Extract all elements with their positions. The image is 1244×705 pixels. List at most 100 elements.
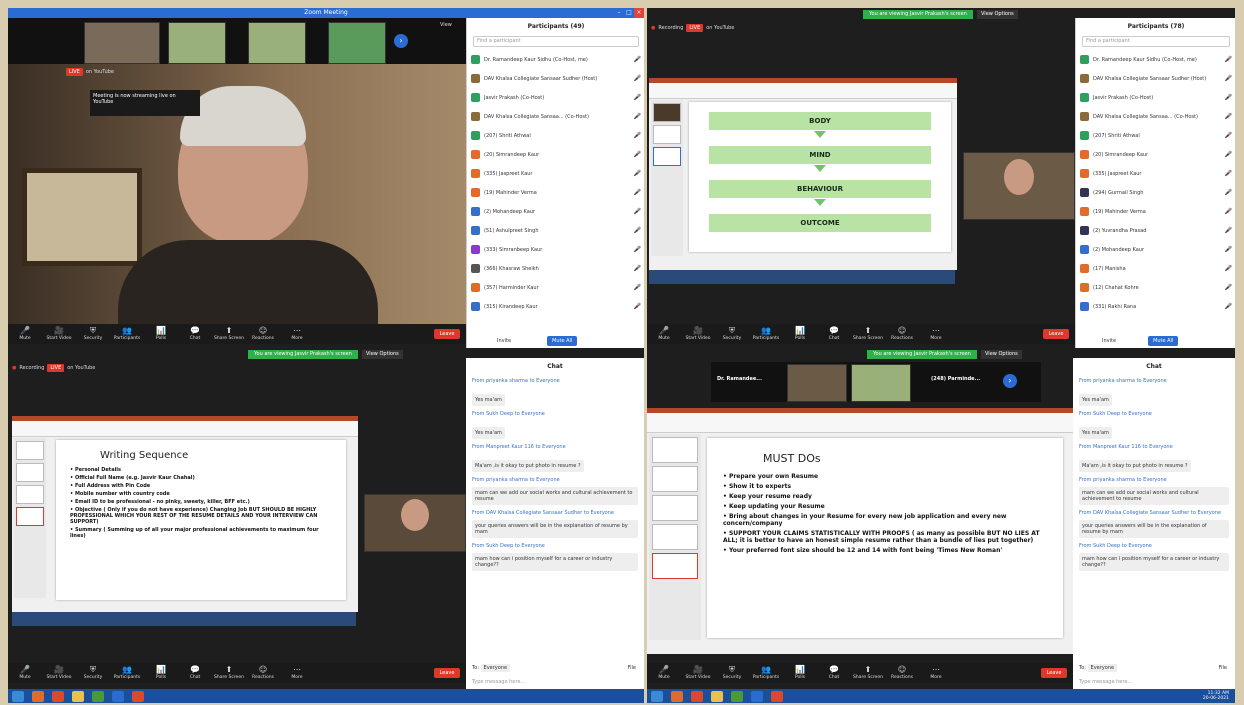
view-options-button[interactable]: View Options: [362, 350, 403, 359]
slide-thumbnail[interactable]: [16, 441, 44, 460]
leave-button[interactable]: Leave: [434, 668, 460, 678]
video-tile[interactable]: [787, 364, 847, 402]
view-options-button[interactable]: View Options: [977, 10, 1018, 19]
slide-thumbnail[interactable]: [653, 125, 681, 144]
participant-row[interactable]: Jasvir Prakash (Co-Host) 🎤̸: [1076, 88, 1235, 107]
participant-row[interactable]: Jasvir Prakash (Co-Host) 🎤̸: [467, 88, 644, 107]
mic-muted-icon[interactable]: 🎤̸: [634, 132, 641, 139]
mic-muted-icon[interactable]: 🎤̸: [1225, 208, 1232, 215]
mute-all-button[interactable]: Mute All: [1148, 336, 1179, 346]
firefox-icon[interactable]: [671, 690, 683, 702]
more-button[interactable]: ⋯ More: [280, 326, 314, 342]
start-video-button[interactable]: 🎥 Start Video: [681, 326, 715, 342]
mic-muted-icon[interactable]: 🎤̸: [634, 170, 641, 177]
share-screen-button[interactable]: ⬆ Share Screen: [851, 665, 885, 681]
participants-button[interactable]: 👥 Participants: [749, 326, 783, 342]
slide-thumbnail[interactable]: [16, 463, 44, 482]
participant-row[interactable]: (335) Jaspreet Kaur 🎤̸: [1076, 164, 1235, 183]
participant-search-input[interactable]: Find a participant: [473, 36, 639, 47]
mic-muted-icon[interactable]: 🎤̸: [1225, 94, 1232, 101]
zoom-icon[interactable]: [751, 690, 763, 702]
ie-icon[interactable]: [12, 690, 24, 702]
mute-button[interactable]: 🎤 Mute: [647, 326, 681, 342]
chrome-icon[interactable]: [731, 690, 743, 702]
chat-recipient[interactable]: To: Everyone: [472, 664, 511, 672]
mic-muted-icon[interactable]: 🎤̸: [634, 265, 641, 272]
participant-row[interactable]: (2) Yuvrandha Prasad 🎤̸: [1076, 221, 1235, 240]
participant-row[interactable]: (333) Simranbeep Kaur 🎤̸: [467, 240, 644, 259]
invite-button[interactable]: Invite: [1102, 338, 1116, 344]
slide-thumbnail[interactable]: [16, 485, 44, 504]
mic-muted-icon[interactable]: 🎤̸: [634, 56, 641, 63]
participant-row[interactable]: (19) Mahinder Verma 🎤̸: [1076, 202, 1235, 221]
participant-row[interactable]: (366) Khasraw Sheikh 🎤̸: [467, 259, 644, 278]
more-button[interactable]: ⋯ More: [280, 665, 314, 681]
slide-thumbnail[interactable]: [653, 147, 681, 166]
recording-indicator[interactable]: ● Recording LIVE on YouTube: [651, 24, 734, 32]
mic-muted-icon[interactable]: 🎤̸: [1225, 265, 1232, 272]
start-video-button[interactable]: 🎥 Start Video: [42, 665, 76, 681]
participant-row[interactable]: (207) Shriti Athwal 🎤̸: [1076, 126, 1235, 145]
file-button[interactable]: File: [628, 665, 636, 671]
participant-row[interactable]: (331) Rakhi Rana 🎤̸: [1076, 297, 1235, 316]
participant-row[interactable]: (315) Kirandeep Kaur 🎤̸: [467, 297, 644, 316]
reactions-button[interactable]: ☺ Reactions: [246, 326, 280, 342]
slide-thumbnail[interactable]: [653, 103, 681, 122]
live-indicator[interactable]: LIVE on YouTube: [66, 68, 114, 76]
system-clock[interactable]: 11:32 AM 20-06-2021: [1203, 691, 1229, 701]
mic-muted-icon[interactable]: 🎤̸: [634, 284, 641, 291]
share-screen-button[interactable]: ⬆ Share Screen: [212, 326, 246, 342]
video-tile[interactable]: [84, 22, 160, 64]
leave-button[interactable]: Leave: [434, 329, 460, 339]
zoom-icon[interactable]: [112, 690, 124, 702]
security-button[interactable]: ⛨ Security: [715, 665, 749, 681]
participant-row[interactable]: (19) Mahinder Verma 🎤̸: [467, 183, 644, 202]
invite-button[interactable]: Invite: [497, 338, 511, 344]
mic-muted-icon[interactable]: 🎤̸: [634, 151, 641, 158]
participant-row[interactable]: (51) Ashulpreet Singh 🎤̸: [467, 221, 644, 240]
participant-row[interactable]: (20) Simrandeep Kaur 🎤̸: [1076, 145, 1235, 164]
slide-thumbnail[interactable]: [16, 507, 44, 526]
mic-muted-icon[interactable]: 🎤̸: [1225, 246, 1232, 253]
mic-muted-icon[interactable]: 🎤̸: [634, 75, 641, 82]
participants-button[interactable]: 👥 Participants: [110, 665, 144, 681]
participant-row[interactable]: (12) Chahat Kohre 🎤̸: [1076, 278, 1235, 297]
app-icon[interactable]: [52, 690, 64, 702]
mute-button[interactable]: 🎤 Mute: [647, 665, 681, 681]
close-icon[interactable]: ×: [634, 8, 644, 18]
view-options-button[interactable]: View Options: [981, 350, 1022, 359]
mute-button[interactable]: 🎤 Mute: [8, 665, 42, 681]
participant-search-input[interactable]: Find a participant: [1082, 36, 1230, 47]
leave-button[interactable]: Leave: [1041, 668, 1067, 678]
next-page-icon[interactable]: ›: [394, 34, 408, 48]
reactions-button[interactable]: ☺ Reactions: [885, 665, 919, 681]
mic-muted-icon[interactable]: 🎤̸: [634, 303, 641, 310]
speaker-video-tile[interactable]: [963, 152, 1075, 220]
more-button[interactable]: ⋯ More: [919, 665, 953, 681]
chat-input[interactable]: Type message here...: [1079, 679, 1132, 685]
mic-muted-icon[interactable]: 🎤̸: [1225, 56, 1232, 63]
view-button[interactable]: View: [440, 22, 452, 28]
chat-input[interactable]: Type message here...: [472, 679, 525, 685]
participant-row[interactable]: (335) Jaspreet Kaur 🎤̸: [467, 164, 644, 183]
participant-row[interactable]: (2) Mohandeep Kaur 🎤̸: [467, 202, 644, 221]
participant-row[interactable]: Dr. Ramandeep Kaur Sidhu (Co-Host, me) 🎤̸: [1076, 50, 1235, 69]
chat-button[interactable]: 💬 Chat: [178, 665, 212, 681]
participant-row[interactable]: Dr. Ramandeep Kaur Sidhu (Co-Host, me) 🎤̸: [467, 50, 644, 69]
speaker-video-tile[interactable]: [364, 494, 466, 552]
share-screen-button[interactable]: ⬆ Share Screen: [851, 326, 885, 342]
folder-icon[interactable]: [711, 690, 723, 702]
slide-thumbnail[interactable]: [652, 553, 698, 579]
mic-muted-icon[interactable]: 🎤̸: [634, 189, 641, 196]
participant-row[interactable]: DAV Khalsa Collegiate Sansaa... (Co-Host…: [467, 107, 644, 126]
video-tile[interactable]: [248, 22, 306, 64]
minimize-icon[interactable]: –: [614, 8, 624, 18]
file-button[interactable]: File: [1219, 665, 1227, 671]
mic-muted-icon[interactable]: 🎤̸: [634, 94, 641, 101]
slide-thumbnail[interactable]: [652, 495, 698, 521]
recording-indicator[interactable]: ● Recording LIVE on YouTube: [12, 364, 95, 372]
participants-button[interactable]: 👥 Participants: [749, 665, 783, 681]
chat-button[interactable]: 💬 Chat: [817, 665, 851, 681]
chat-button[interactable]: 💬 Chat: [817, 326, 851, 342]
reactions-button[interactable]: ☺ Reactions: [885, 326, 919, 342]
